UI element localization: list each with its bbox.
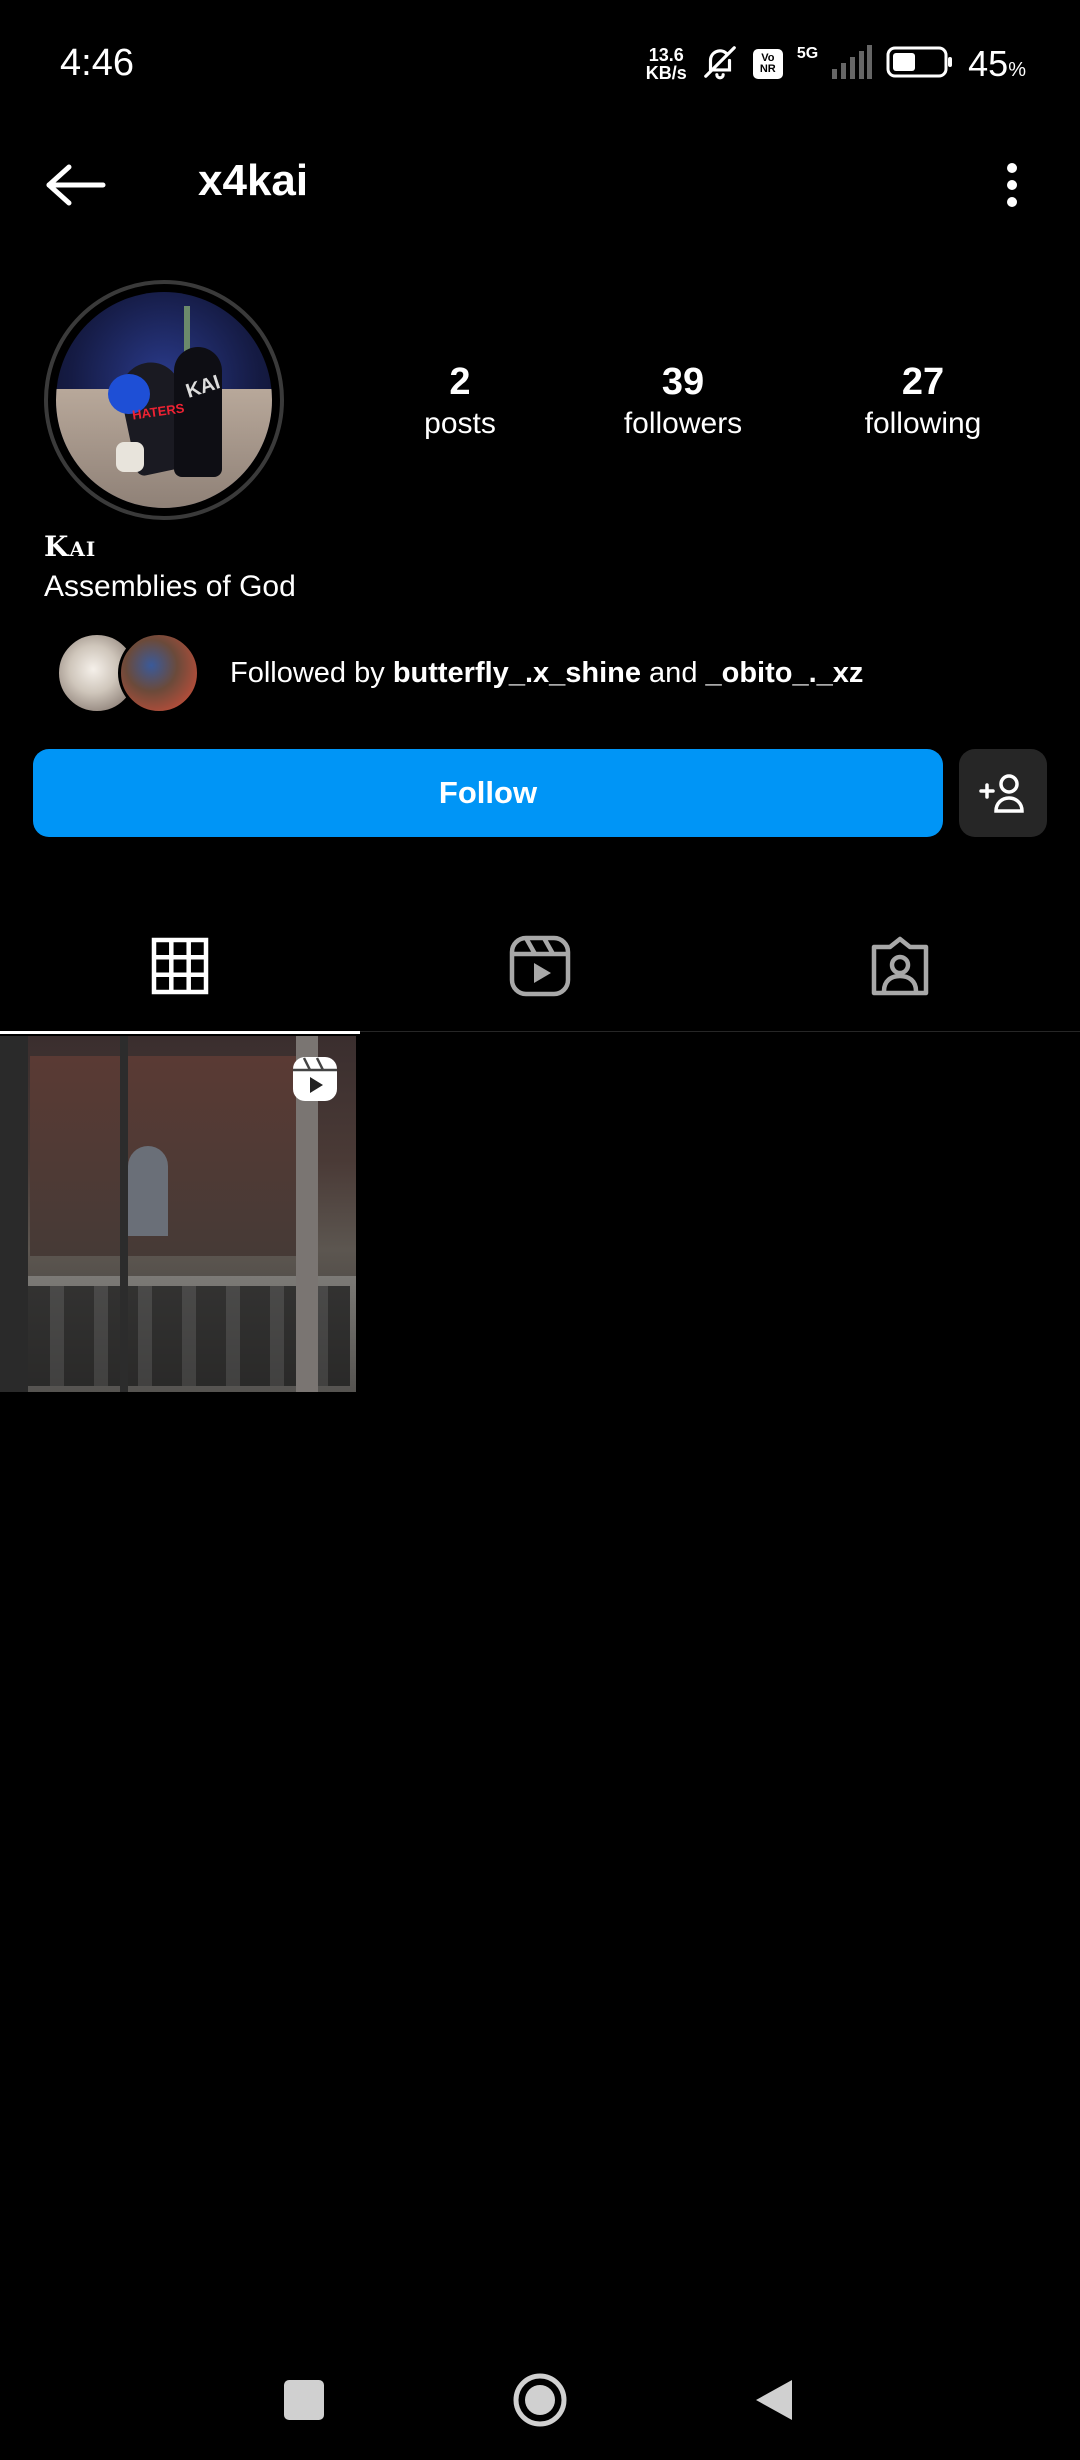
tab-tagged[interactable] <box>720 900 1080 1032</box>
stat-followers-label: followers <box>623 407 743 440</box>
followed-by-text: Followed by butterfly_.x_shine and _obit… <box>230 657 863 690</box>
battery-icon <box>886 45 954 84</box>
profile-screen: 4:46 13.6 KB/s Vo NR 5G 45% x4kai HATERS… <box>0 0 1080 2460</box>
stat-following-count: 27 <box>901 361 945 403</box>
reels-icon <box>509 935 571 997</box>
back-triangle-icon <box>756 2380 792 2420</box>
tagged-icon <box>871 936 929 996</box>
display-name: Kai <box>44 530 97 563</box>
back-button[interactable] <box>40 152 112 218</box>
follow-button[interactable]: Follow <box>33 749 943 837</box>
nav-back-button[interactable] <box>734 2360 814 2440</box>
stat-posts-count: 2 <box>449 361 471 403</box>
profile-username: x4kai <box>198 156 309 205</box>
post-thumbnail[interactable] <box>0 1036 356 1392</box>
tab-posts[interactable] <box>0 900 360 1034</box>
net-speed: 13.6 KB/s <box>646 46 687 82</box>
reel-badge-icon <box>293 1057 337 1101</box>
net-speed-unit: KB/s <box>645 63 687 83</box>
stat-following[interactable]: 27 following <box>823 360 1023 444</box>
active-tab-indicator <box>0 1031 360 1034</box>
stat-posts-label: posts <box>424 407 496 440</box>
add-user-icon <box>979 774 1024 813</box>
recent-apps-icon <box>284 2380 324 2420</box>
network-type: 5G <box>796 45 819 62</box>
more-vertical-icon <box>1007 163 1017 207</box>
profile-tabs <box>0 900 1080 1034</box>
stat-following-label: following <box>864 407 982 440</box>
status-bar: 4:46 13.6 KB/s Vo NR 5G 45% <box>0 0 1080 130</box>
mutual-user-1[interactable]: butterfly_.x_shine <box>393 657 641 689</box>
volte-icon: Vo NR <box>752 49 783 79</box>
recent-apps-button[interactable] <box>264 2360 344 2440</box>
battery-percent: 45% <box>968 43 1026 85</box>
stat-followers[interactable]: 39 followers <box>583 360 783 444</box>
profile-bio: Assemblies of God <box>44 570 296 603</box>
profile-stats: 2 posts 39 followers 27 following <box>360 360 1050 460</box>
stat-followers-count: 39 <box>661 361 705 403</box>
followed-by-prefix: Followed by <box>230 656 393 689</box>
followed-by-joiner: and <box>641 656 706 689</box>
arrow-left-icon <box>46 164 106 206</box>
status-icons: 13.6 KB/s Vo NR 5G 45% <box>646 40 1026 88</box>
home-icon <box>513 2373 567 2427</box>
battery-percent-unit: % <box>1008 59 1026 81</box>
status-time: 4:46 <box>60 42 134 84</box>
profile-header: x4kai <box>0 130 1080 240</box>
net-speed-value: 13.6 <box>648 45 684 65</box>
tab-reels[interactable] <box>360 900 720 1032</box>
profile-avatar-image: HATERS KAI <box>56 292 272 508</box>
bell-off-icon <box>701 43 739 86</box>
battery-percent-value: 45 <box>968 43 1009 84</box>
avatar <box>118 632 200 714</box>
signal-icon <box>832 44 873 84</box>
stat-posts[interactable]: 2 posts <box>360 360 560 444</box>
home-button[interactable] <box>500 2360 580 2440</box>
followed-by[interactable]: Followed by butterfly_.x_shine and _obit… <box>56 628 863 718</box>
system-nav-bar <box>0 2340 1080 2460</box>
suggested-users-button[interactable] <box>959 749 1047 837</box>
mutual-avatars <box>56 630 206 716</box>
more-options-button[interactable] <box>982 152 1042 218</box>
grid-icon <box>151 937 209 995</box>
profile-avatar[interactable]: HATERS KAI <box>44 280 284 520</box>
mutual-user-2[interactable]: _obito_._xz <box>706 657 864 689</box>
